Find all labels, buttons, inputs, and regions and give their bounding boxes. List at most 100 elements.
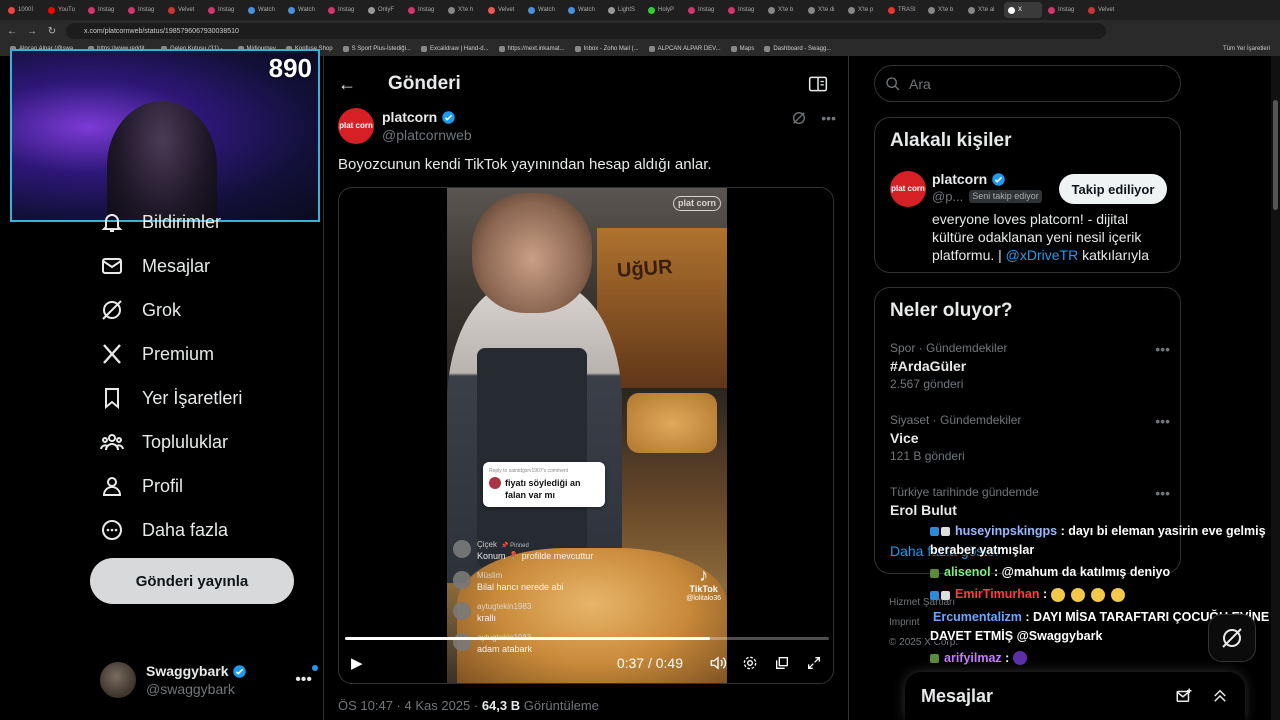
browser-tab[interactable]: X'te p — [844, 2, 882, 18]
trend-category: Türkiye tarihinde gündemde — [890, 485, 1039, 499]
reader-mode-icon[interactable] — [808, 75, 828, 93]
chat-message: EmirTimurhan : — [930, 585, 1275, 604]
trend-more-icon[interactable]: ••• — [1155, 341, 1170, 357]
browser-tab[interactable]: TRASI — [884, 2, 922, 18]
verified-badge-icon — [442, 110, 455, 124]
volume-icon[interactable] — [709, 654, 727, 672]
following-button[interactable]: Takip ediliyor — [1059, 174, 1167, 204]
nav-item[interactable]: Daha fazla — [90, 508, 320, 552]
trend-more-icon[interactable]: ••• — [1155, 413, 1170, 429]
bookmark-favicon-icon — [574, 46, 581, 52]
tweet-timestamp[interactable]: ÖS 10:47 · 4 Kas 2025 · — [338, 698, 482, 713]
more-options-icon[interactable]: ••• — [821, 110, 836, 126]
fullscreen-icon[interactable] — [805, 654, 823, 672]
browser-tab[interactable]: Velvet — [484, 2, 522, 18]
bookmark-label: https://next.inkamat... — [507, 46, 565, 52]
browser-tab[interactable]: Instag — [124, 2, 162, 18]
author-avatar[interactable]: plat corn — [338, 108, 374, 144]
browser-tab[interactable]: X — [1004, 2, 1042, 18]
tab-label: X'te h — [458, 7, 474, 13]
browser-tab[interactable]: Instag — [724, 2, 762, 18]
nav-item[interactable]: Grok — [90, 288, 320, 332]
grok-floating-button[interactable] — [1208, 614, 1256, 662]
tab-label: X'te al — [978, 7, 995, 13]
all-bookmarks-folder[interactable]: Tüm Yer İşaretleri — [1223, 46, 1270, 52]
browser-tab[interactable]: Watch — [244, 2, 282, 18]
bookmark-item[interactable]: Inbox - Zoho Mail (... — [574, 46, 639, 52]
trend-more-icon[interactable]: ••• — [1155, 485, 1170, 501]
browser-tab[interactable]: HolyP — [644, 2, 682, 18]
browser-tab[interactable]: Velvet — [164, 2, 202, 18]
browser-tab[interactable]: Velvet — [1084, 2, 1122, 18]
browser-tab[interactable]: LightS — [604, 2, 642, 18]
related-bio: everyone loves platcorn! - dijital kültü… — [932, 210, 1162, 264]
tab-label: Watch — [578, 7, 595, 13]
browser-tab[interactable]: Instag — [404, 2, 442, 18]
nav-item-label: Mesajlar — [142, 255, 211, 276]
author-handle[interactable]: @platcornweb — [382, 126, 472, 144]
bookmark-item[interactable]: https://next.inkamat... — [498, 46, 565, 52]
page-scrollbar[interactable] — [1271, 56, 1280, 720]
nav-item[interactable]: Profil — [90, 464, 320, 508]
bookmark-item[interactable]: Excalidraw | Hand-d... — [420, 46, 489, 52]
author-name[interactable]: platcorn — [382, 108, 437, 126]
browser-tab[interactable]: Instag — [684, 2, 722, 18]
browser-tab[interactable]: X'te al — [964, 2, 1002, 18]
trend-item[interactable]: Siyaset · Gündemdekiler Vice 121 B gönde… — [890, 413, 1170, 463]
play-icon[interactable]: ▶ — [351, 654, 369, 672]
browser-tab[interactable]: Watch — [524, 2, 562, 18]
bookmark-item[interactable]: Dashboard - Swagg... — [764, 46, 831, 52]
forward-nav-icon[interactable]: → — [26, 26, 38, 37]
popout-icon[interactable] — [773, 654, 791, 672]
browser-tab[interactable]: Instag — [84, 2, 122, 18]
browser-tab[interactable]: Watch — [284, 2, 322, 18]
scrollbar-thumb[interactable] — [1273, 100, 1278, 210]
bookmark-item[interactable]: Maps — [730, 46, 754, 52]
url-field[interactable]: x.com/platcornweb/status/198579606793003… — [66, 23, 1106, 39]
browser-tab[interactable]: Instag — [1044, 2, 1082, 18]
tab-label: Instag — [418, 7, 435, 13]
nav-item[interactable]: Mesajlar — [90, 244, 320, 288]
browser-tab[interactable]: X'te h — [444, 2, 482, 18]
related-handle[interactable]: @p... — [932, 188, 963, 205]
nav-item-label: Topluluklar — [142, 431, 229, 452]
settings-gear-icon[interactable] — [741, 654, 759, 672]
browser-tab[interactable]: 1000İ — [4, 2, 42, 18]
grok-icon — [1222, 628, 1242, 648]
browser-tab[interactable]: Instag — [204, 2, 242, 18]
post-button[interactable]: Gönderi yayınla — [90, 558, 294, 604]
trend-item[interactable]: Spor · Gündemdekiler #ArdaGüler 2.567 gö… — [890, 341, 1170, 391]
browser-tab[interactable]: YouTu — [44, 2, 82, 18]
nav-item[interactable]: Yer İşaretleri — [90, 376, 320, 420]
tab-favicon-icon — [208, 6, 215, 14]
browser-tab[interactable]: Watch — [564, 2, 602, 18]
browser-tab[interactable]: Instag — [324, 2, 362, 18]
browser-tab[interactable]: OnlyF — [364, 2, 402, 18]
grok-icon[interactable] — [791, 110, 807, 126]
back-arrow-icon[interactable]: ← — [338, 74, 358, 95]
nav-item[interactable]: Premium — [90, 332, 320, 376]
search-input[interactable]: Ara — [874, 65, 1181, 102]
related-bio-link[interactable]: @xDriveTR — [1006, 247, 1079, 263]
nav-item[interactable]: Bildirimler — [90, 200, 320, 244]
related-avatar[interactable]: plat corn — [890, 171, 926, 207]
nav-item[interactable]: Topluluklar — [90, 420, 320, 464]
account-more-icon[interactable]: ••• — [295, 665, 318, 689]
bookmark-item[interactable]: S Sport Plus-İstediği... — [342, 46, 411, 52]
trend-item[interactable]: Türkiye tarihinde gündemde Erol Bulut ••… — [890, 485, 1170, 518]
comment-pinned: 📌 Pinned — [501, 543, 529, 549]
account-switcher[interactable]: Swaggybark @swaggybark ••• — [100, 660, 318, 700]
reload-icon[interactable]: ↻ — [46, 26, 58, 37]
chevron-up-icon[interactable] — [1211, 687, 1229, 705]
back-nav-icon[interactable]: ← — [6, 26, 18, 37]
messages-drawer[interactable]: Mesajlar — [905, 672, 1245, 720]
video-progress-bar[interactable] — [345, 637, 829, 640]
browser-tab[interactable]: X'te di — [804, 2, 842, 18]
bookmark-item[interactable]: ALPCAN ALPAR DEV... — [648, 46, 721, 52]
tab-label: TRASI — [898, 7, 916, 13]
related-name[interactable]: platcorn — [932, 171, 987, 188]
browser-tab[interactable]: X'te b — [764, 2, 802, 18]
browser-tab[interactable]: X'te b — [924, 2, 962, 18]
video-player[interactable]: UğUR plat corn Reply to saintdgsrv1907's… — [338, 187, 834, 684]
new-message-icon[interactable] — [1175, 687, 1193, 705]
